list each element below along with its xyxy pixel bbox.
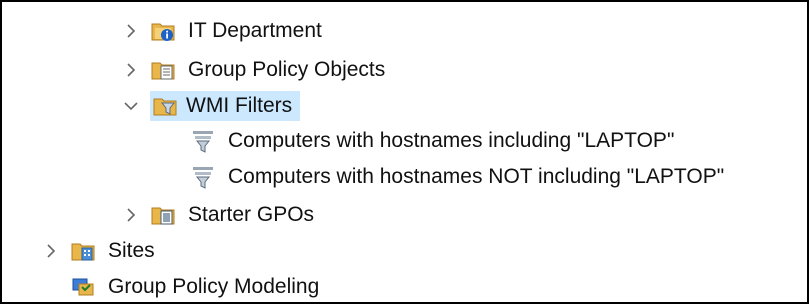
gpo-folder-icon (150, 57, 176, 83)
tree-item-label: Sites (108, 239, 155, 262)
tree-item-label: Computers with hostnames NOT including "… (228, 165, 725, 188)
chevron-right-icon[interactable] (40, 240, 62, 262)
tree-item-wmi-filter-not-laptop[interactable]: Computers with hostnames NOT including "… (190, 160, 728, 194)
tree-item-group-policy-modeling[interactable]: Group Policy Modeling (70, 270, 323, 302)
tree-item-label: WMI Filters (186, 94, 293, 117)
tree-item-label: Starter GPOs (188, 203, 315, 226)
tree-item-wmi-filter-laptop[interactable]: Computers with hostnames including "LAPT… (190, 124, 678, 158)
chevron-right-icon[interactable] (120, 20, 142, 42)
tree-item-group-policy-objects[interactable]: Group Policy Objects (120, 53, 389, 87)
tree-view: IT Department Group Policy Objects WMI F… (0, 0, 809, 304)
selection-highlight: WMI Filters (150, 91, 301, 121)
chevron-down-icon[interactable] (120, 95, 142, 117)
starter-gpo-folder-icon (150, 202, 176, 228)
tree-item-label: Group Policy Objects (188, 58, 386, 81)
ou-folder-info-icon (150, 18, 176, 44)
gp-modeling-icon (70, 274, 96, 300)
tree-item-sites[interactable]: Sites (40, 234, 159, 268)
chevron-right-icon[interactable] (120, 59, 142, 81)
tree-item-label: Computers with hostnames including "LAPT… (228, 129, 675, 152)
tree-item-starter-gpos[interactable]: Starter GPOs (120, 198, 318, 232)
tree-item-it-department[interactable]: IT Department (120, 14, 326, 48)
chevron-right-icon[interactable] (120, 204, 142, 226)
wmi-folder-icon (152, 93, 178, 119)
sites-icon (70, 238, 96, 264)
tree-item-wmi-filters[interactable]: WMI Filters (120, 89, 301, 123)
wmi-filter-icon (190, 164, 216, 190)
wmi-filter-icon (190, 128, 216, 154)
tree-item-label: Group Policy Modeling (108, 275, 320, 298)
tree-item-label: IT Department (188, 19, 322, 42)
